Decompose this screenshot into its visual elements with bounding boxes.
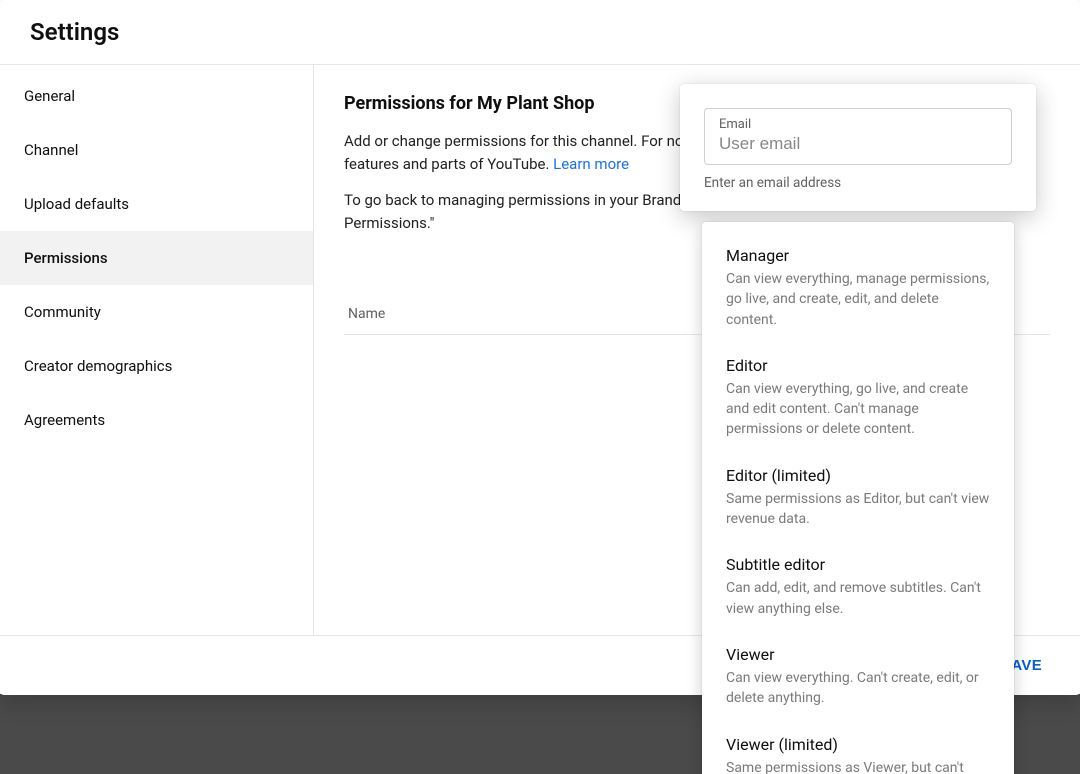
desc-text: features and parts of YouTube. [344, 155, 553, 173]
email-input[interactable] [719, 134, 997, 154]
role-desc: Can add, edit, and remove subtitles. Can… [726, 578, 990, 619]
sidebar-item-channel[interactable]: Channel [0, 123, 313, 177]
email-field-label: Email [719, 117, 997, 132]
learn-more-link[interactable]: Learn more [553, 155, 629, 173]
role-dropdown-menu: Manager Can view everything, manage perm… [702, 222, 1014, 774]
sidebar-item-creator-demographics[interactable]: Creator demographics [0, 339, 313, 393]
sidebar-item-permissions[interactable]: Permissions [0, 231, 313, 285]
column-name-label: Name [348, 306, 385, 322]
role-desc: Can view everything, manage permissions,… [726, 269, 990, 330]
role-option-editor[interactable]: Editor Can view everything, go live, and… [702, 344, 1014, 454]
role-title: Manager [726, 246, 990, 265]
email-field-wrapper[interactable]: Email [704, 108, 1012, 165]
role-option-subtitle-editor[interactable]: Subtitle editor Can add, edit, and remov… [702, 543, 1014, 633]
role-desc: Same permissions as Editor, but can't vi… [726, 489, 990, 530]
invite-popover: Email Enter an email address [680, 84, 1036, 211]
sidebar-item-upload-defaults[interactable]: Upload defaults [0, 177, 313, 231]
role-title: Viewer (limited) [726, 735, 990, 754]
role-title: Viewer [726, 645, 990, 664]
email-hint: Enter an email address [704, 175, 1012, 191]
role-title: Editor (limited) [726, 466, 990, 485]
role-title: Editor [726, 356, 990, 375]
dialog-title: Settings [30, 18, 1050, 46]
role-option-viewer[interactable]: Viewer Can view everything. Can't create… [702, 633, 1014, 723]
sidebar-item-community[interactable]: Community [0, 285, 313, 339]
role-option-manager[interactable]: Manager Can view everything, manage perm… [702, 234, 1014, 344]
sidebar-item-general[interactable]: General [0, 69, 313, 123]
settings-sidebar: General Channel Upload defaults Permissi… [0, 65, 314, 635]
role-desc: Can view everything, go live, and create… [726, 379, 990, 440]
dialog-header: Settings [0, 0, 1080, 64]
role-option-viewer-limited[interactable]: Viewer (limited) Same permissions as Vie… [702, 723, 1014, 774]
role-desc: Same permissions as Viewer, but can't vi… [726, 758, 990, 774]
role-option-editor-limited[interactable]: Editor (limited) Same permissions as Edi… [702, 454, 1014, 544]
sidebar-item-agreements[interactable]: Agreements [0, 393, 313, 447]
role-desc: Can view everything. Can't create, edit,… [726, 668, 990, 709]
role-title: Subtitle editor [726, 555, 990, 574]
